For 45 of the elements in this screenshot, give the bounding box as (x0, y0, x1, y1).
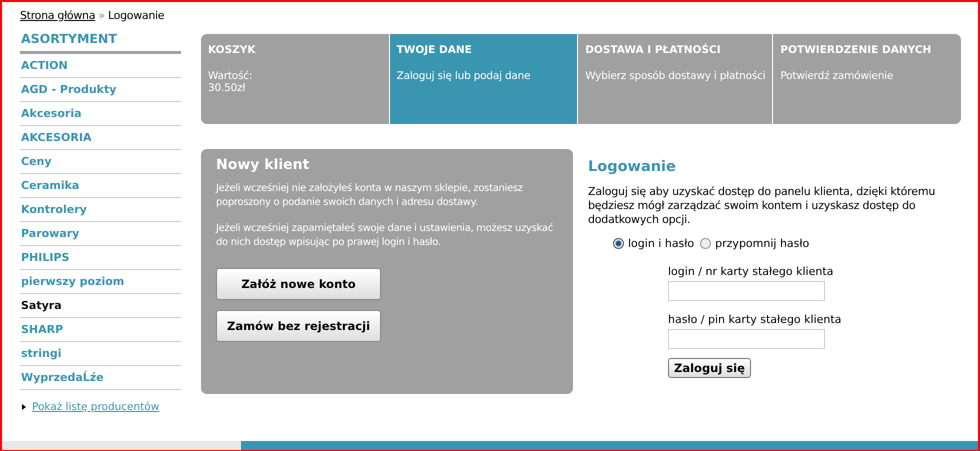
radio-label: przypomnij hasło (715, 237, 810, 250)
panel-text: Jeżeli wcześniej zapamiętałeś swoje dane i ustawienia, możesz uzyskać do nich dostęp wpisując po prawej login i hasło. (216, 222, 554, 250)
step-description: Zaloguj się lub podaj dane (396, 70, 532, 82)
login-button[interactable]: Zaloguj się (668, 358, 751, 378)
input-field[interactable] (668, 281, 825, 301)
category-link[interactable]: Ceny (20, 150, 181, 174)
step-title: KOSZYK (208, 44, 257, 58)
category-link[interactable]: Akcesoria (20, 102, 181, 126)
login-title: Logowanie (588, 159, 677, 175)
category-link[interactable]: ACTION (20, 54, 181, 78)
category-link[interactable]: stringi (20, 342, 181, 366)
category-link[interactable]: Kontrolery (20, 198, 181, 222)
category-link[interactable]: AGD - Produkty (20, 78, 181, 102)
breadcrumb-current: Logowanie (108, 9, 164, 22)
category-link[interactable]: PHILIPS (20, 246, 181, 270)
action-button[interactable]: Zamów bez rejestracji (216, 310, 381, 342)
step-description: Wartość: (208, 70, 254, 82)
step-title: POTWIERDZENIE DANYCH (780, 44, 932, 58)
login-description: Zaloguj się aby uzyskać dostęp do panelu klienta, dzięki któremu będziesz mógł zarządzać swoim kontem i uzyskasz dostęp do dodatkowych opcji. (588, 185, 936, 227)
step-description: Potwierdź zamówienie (780, 70, 894, 82)
triangle-icon (22, 404, 26, 410)
sidebar-title: ASORTYMENT (20, 27, 181, 54)
panel-text: Jeżeli wcześniej nie założyłeś konta w naszym sklepie, zostaniesz poproszony o podanie swoich danych i adresu dostawy. (216, 182, 524, 210)
field-label: login / nr karty stałego klienta (668, 265, 834, 278)
panel-title: Nowy klient (216, 157, 310, 173)
producers-link[interactable]: Pokaż listę producentów (32, 401, 160, 413)
category-link[interactable]: pierwszy poziom (20, 270, 181, 294)
action-button[interactable]: Załóż nowe konto (216, 268, 381, 300)
category-link[interactable]: SHARP (20, 318, 181, 342)
radio-button[interactable] (613, 238, 624, 249)
category-link[interactable]: WyprzedaĹźe (20, 366, 181, 390)
breadcrumb-separator: » (98, 9, 105, 22)
category-link[interactable]: AKCESORIA (20, 126, 181, 150)
category-link[interactable]: Ceramika (20, 174, 181, 198)
step-description: Wybierz sposób dostawy i płatności (585, 70, 766, 82)
radio-button[interactable] (700, 238, 712, 249)
step-title: TWOJE DANE (396, 44, 473, 58)
radio-label: login i hasło (628, 237, 694, 250)
step-title: DOSTAWA I PŁATNOŚCI (585, 44, 722, 58)
step-description: 30.50zł (208, 82, 246, 94)
input-field[interactable] (668, 329, 825, 349)
category-link[interactable]: Satyra (20, 294, 181, 318)
breadcrumb-link[interactable]: Strona główna (20, 9, 96, 22)
field-label: hasło / pin karty stałego klienta (668, 313, 842, 326)
category-link[interactable]: Parowary (20, 222, 181, 246)
